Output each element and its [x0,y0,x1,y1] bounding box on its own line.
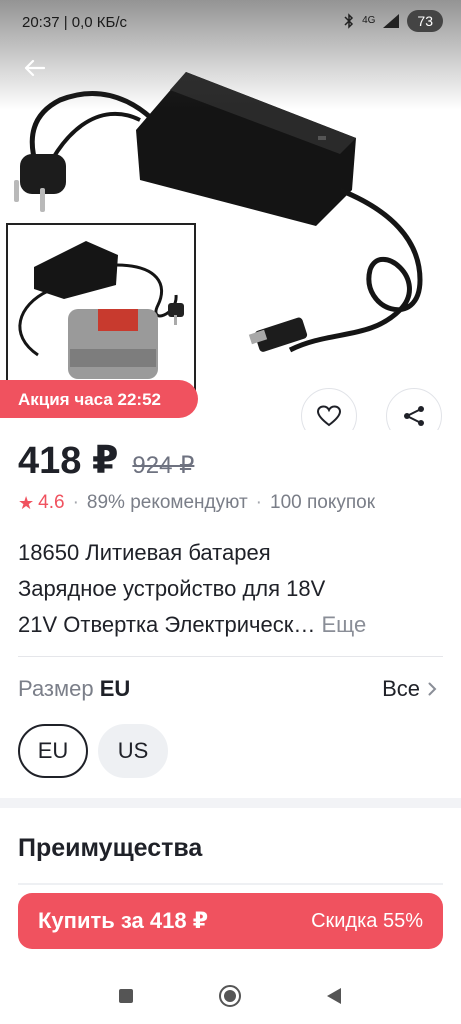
home-button[interactable] [218,984,242,1008]
system-back-button[interactable] [322,984,346,1008]
chevron-right-icon [428,682,437,696]
status-icons: 4G 73 [344,10,443,32]
signal-icon [383,14,400,28]
recommend-text: 89% рекомендуют [86,492,248,513]
price-row: 418 ₽ 924 ₽ [18,438,194,483]
product-title[interactable]: 18650 Литиевая батарея Зарядное устройст… [18,535,443,643]
recent-apps-button[interactable] [114,984,138,1008]
back-button[interactable] [18,52,50,84]
gallery-thumbnail[interactable] [6,223,196,393]
circle-nav-icon [219,985,241,1007]
old-price: 924 ₽ [132,452,195,479]
share-button[interactable] [386,388,442,430]
system-nav-bar [0,964,461,1024]
back-arrow-icon [24,59,45,77]
share-icon [404,406,424,426]
benefits-heading: Преимущества [18,834,203,862]
size-row: Размер EU Все [18,676,443,702]
bluetooth-icon [344,13,354,29]
purchases-count: 100 покупок [270,492,376,513]
product-gallery[interactable]: 20:37 | 0,0 КБ/с 4G 73 Акция часа 22:52 [0,0,461,430]
title-line-last: 21V Отвертка Электрическ… Еще [18,607,443,643]
all-sizes-link[interactable]: Все [382,676,437,702]
buy-label: Купить за 418 ₽ [38,908,209,933]
section-separator [0,798,461,808]
battery-level: 73 [407,10,443,32]
title-line: 18650 Литиевая батарея [18,540,271,565]
content-peek [18,883,443,885]
favorite-button[interactable] [301,388,357,430]
network-type: 4G [362,15,376,26]
separator-dot: · [255,492,262,513]
size-label: Размер [18,676,94,701]
star-icon: ★ [18,492,35,513]
buy-button[interactable]: Купить за 418 ₽ Скидка 55% [18,893,443,949]
title-line: Зарядное устройство для 18V [18,576,326,601]
divider [18,656,443,657]
rating-row[interactable]: ★ 4.6 · 89% рекомендуют · 100 покупок [18,492,375,514]
more-link[interactable]: Еще [321,612,366,637]
square-nav-icon [119,989,133,1003]
heart-icon [317,405,341,427]
rating-value: 4.6 [38,492,65,513]
size-option-eu[interactable]: EU [18,724,88,778]
thumbnail-image [18,241,184,379]
discount-label: Скидка 55% [311,909,423,932]
size-option-us[interactable]: US [98,724,168,778]
current-price: 418 ₽ [18,440,119,482]
status-bar: 20:37 | 0,0 КБ/с 4G 73 [0,0,461,44]
separator-dot: · [72,492,79,513]
status-time: 20:37 | 0,0 КБ/с [22,14,128,31]
triangle-back-icon [327,988,341,1004]
size-selected: EU [99,676,131,701]
title-line-text: 21V Отвертка Электрическ… [18,612,316,637]
promo-badge: Акция часа 22:52 [0,380,198,418]
all-sizes-label: Все [382,676,420,701]
